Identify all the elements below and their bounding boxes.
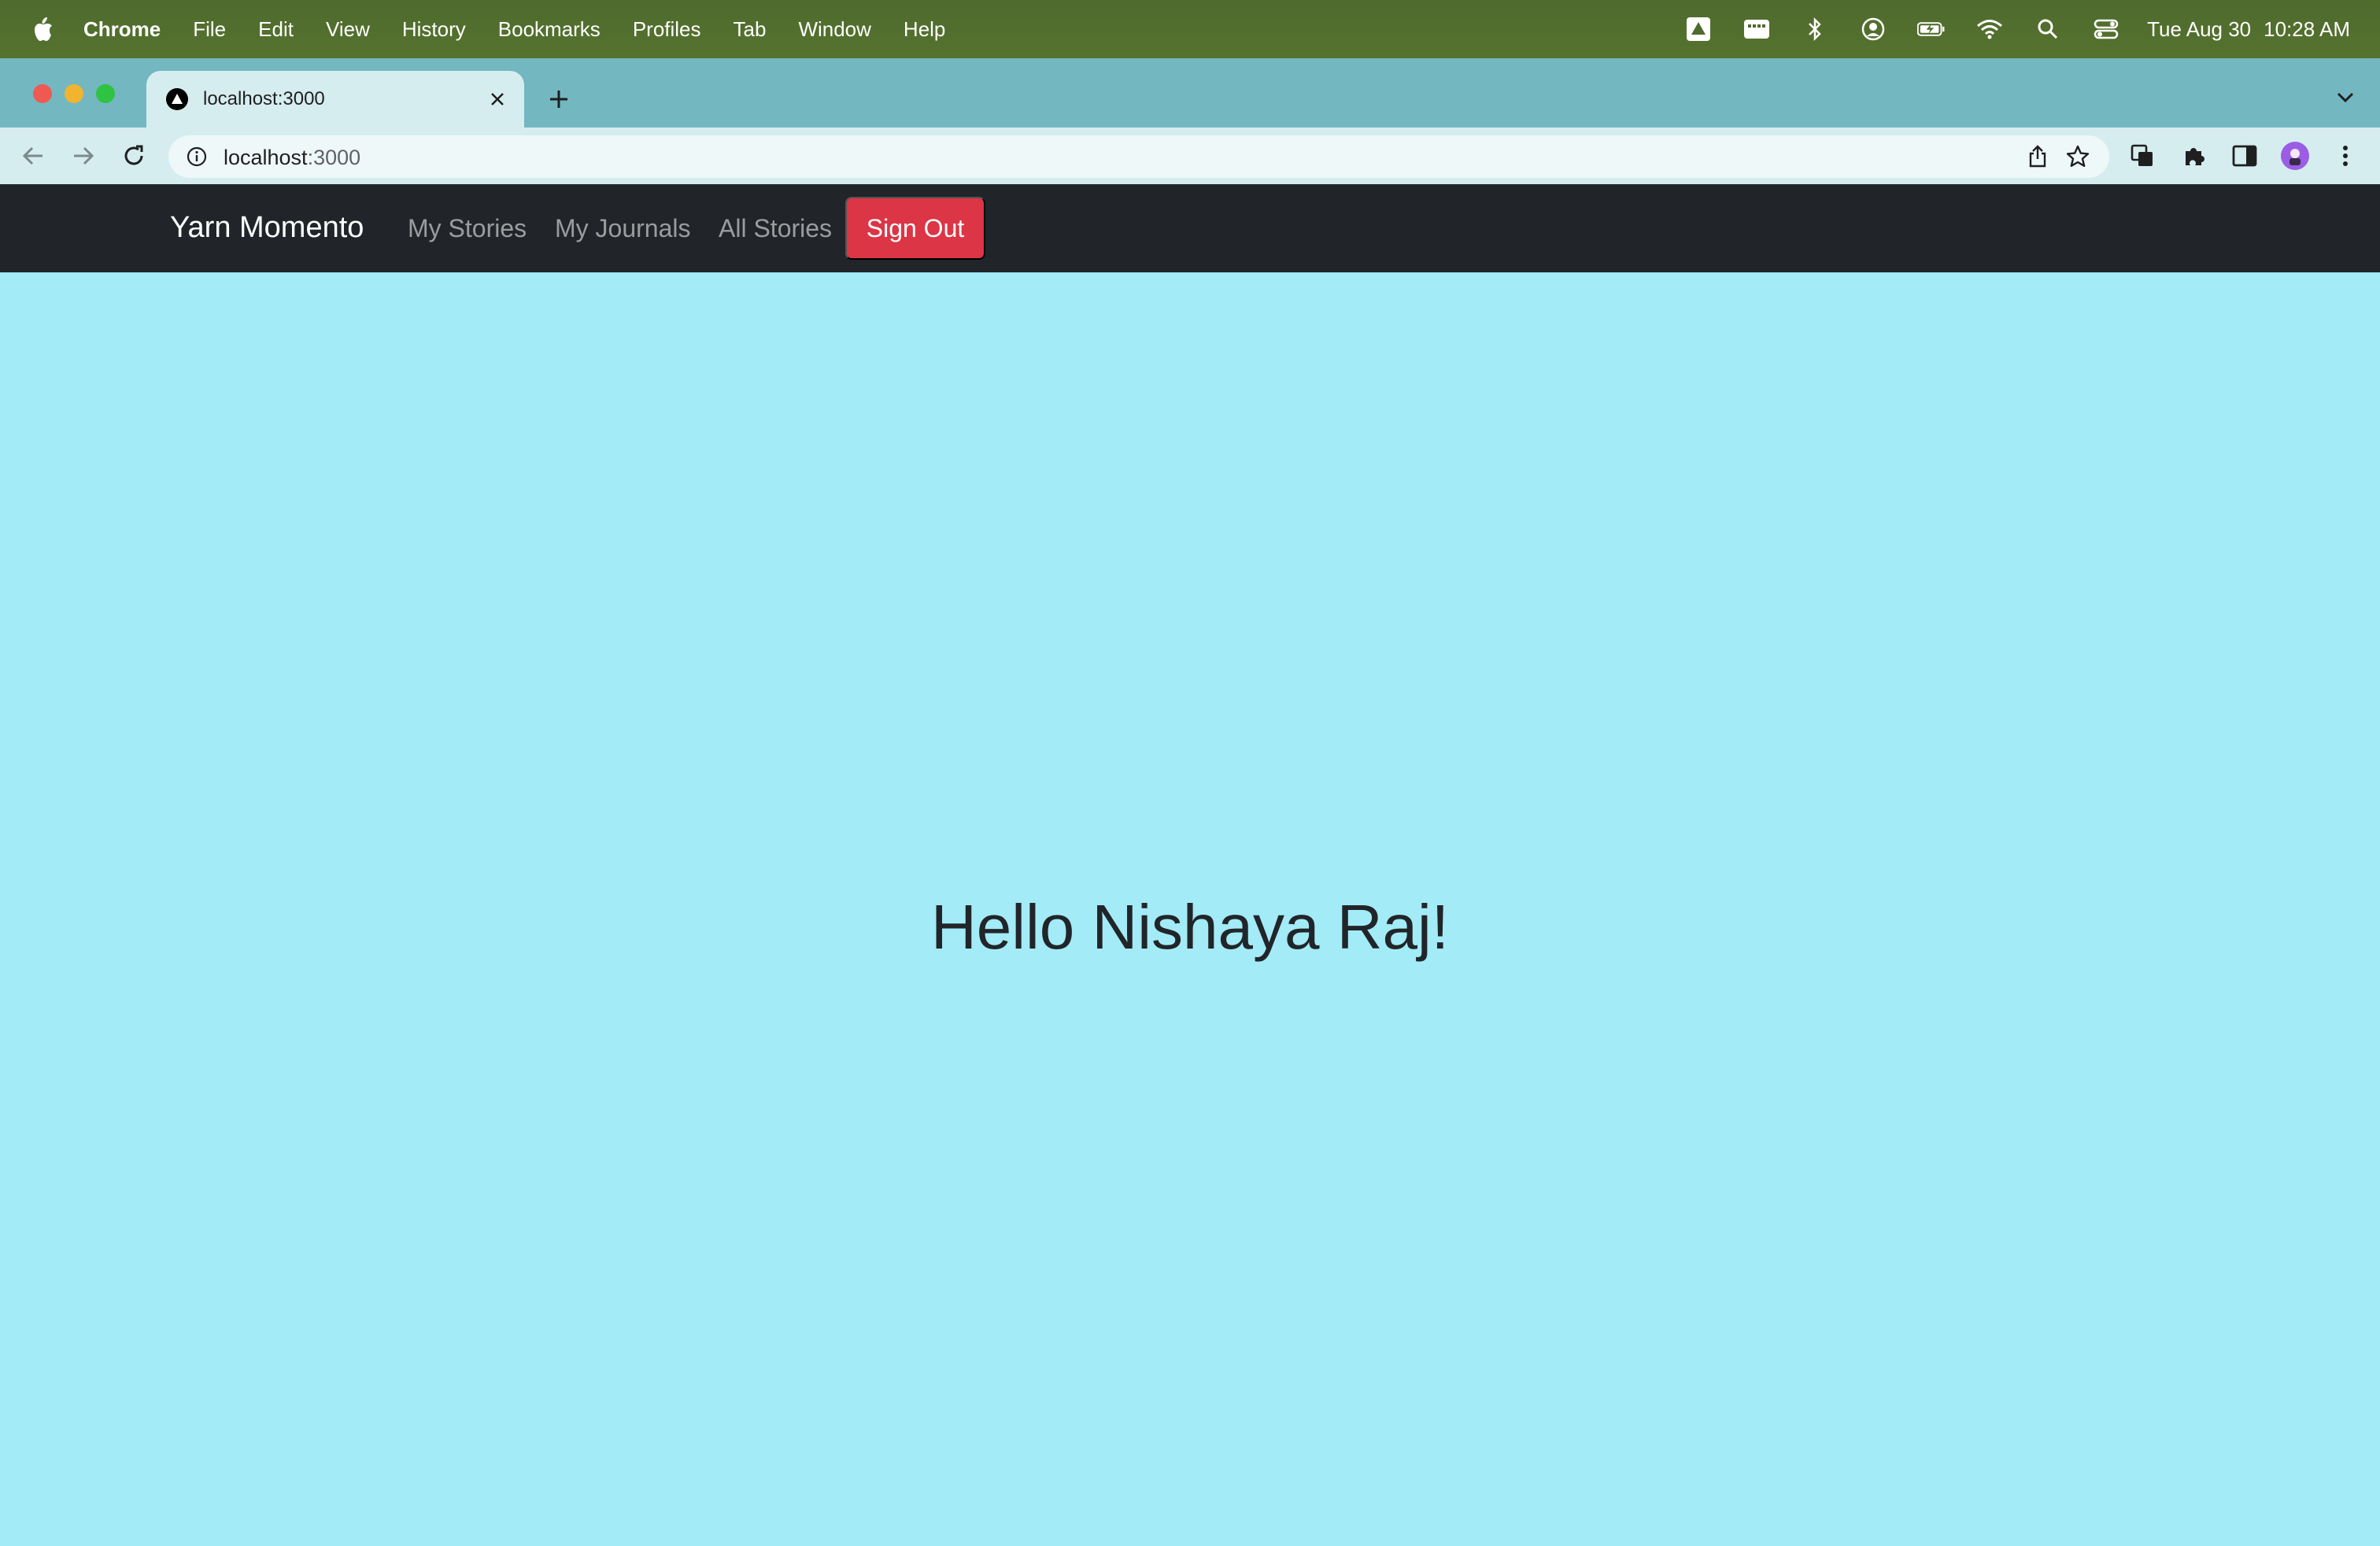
- menu-help[interactable]: Help: [904, 17, 945, 42]
- url-text[interactable]: localhost:3000: [224, 146, 360, 170]
- bookmark-star-icon[interactable]: [2065, 144, 2090, 169]
- spotlight-search-icon[interactable]: [2034, 15, 2062, 43]
- status-area: Tue Aug 30 10:28 AM: [1654, 0, 2350, 58]
- menu-view[interactable]: View: [326, 17, 370, 42]
- nav-link-my-journals[interactable]: My Journals: [555, 214, 691, 243]
- drive-icon[interactable]: [1684, 15, 1713, 43]
- close-window-button[interactable]: [33, 84, 52, 103]
- web-page: Yarn Momento My Stories My Journals All …: [0, 184, 2380, 1546]
- control-center-icon[interactable]: [2092, 15, 2120, 43]
- greeting-heading: Hello Nishaya Raj!: [930, 892, 1450, 962]
- nav-link-my-stories[interactable]: My Stories: [408, 214, 527, 243]
- back-arrow-icon[interactable]: [19, 142, 47, 170]
- browser-toolbar: localhost:3000: [0, 128, 2380, 184]
- url-host: localhost: [224, 146, 308, 169]
- site-navbar: Yarn Momento My Stories My Journals All …: [0, 184, 2380, 272]
- tab-localhost[interactable]: localhost:3000: [146, 71, 524, 128]
- url-port: :3000: [307, 146, 361, 169]
- extensions-puzzle-icon[interactable]: [2180, 142, 2208, 170]
- menubar-time: 10:28 AM: [2264, 17, 2350, 41]
- close-tab-icon[interactable]: [485, 87, 510, 112]
- chrome-menu-icon[interactable]: [2331, 142, 2360, 170]
- extension-tab-manager-icon[interactable]: [2128, 142, 2156, 170]
- share-icon[interactable]: [2026, 145, 2049, 168]
- menu-chrome[interactable]: Chrome: [83, 17, 161, 42]
- zoom-window-button[interactable]: [96, 84, 115, 103]
- new-tab-icon[interactable]: [545, 85, 573, 113]
- bluetooth-icon[interactable]: [1801, 15, 1829, 43]
- profile-avatar[interactable]: [2281, 142, 2309, 170]
- sign-out-button[interactable]: Sign Out: [845, 197, 985, 260]
- wifi-icon[interactable]: [1975, 15, 2004, 43]
- menu-profiles[interactable]: Profiles: [633, 17, 701, 42]
- forward-arrow-icon[interactable]: [69, 142, 98, 170]
- keyboard-icon[interactable]: [1743, 15, 1771, 43]
- minimize-window-button[interactable]: [65, 84, 83, 103]
- reload-icon[interactable]: [120, 142, 148, 170]
- menu-tab[interactable]: Tab: [734, 17, 767, 42]
- vercel-favicon-icon: [166, 88, 188, 110]
- menu-history[interactable]: History: [402, 17, 466, 42]
- address-bar[interactable]: localhost:3000: [168, 135, 2109, 178]
- tab-title: localhost:3000: [203, 88, 325, 109]
- site-info-icon[interactable]: [186, 146, 208, 168]
- menubar-clock[interactable]: Tue Aug 30 10:28 AM: [2147, 17, 2350, 42]
- battery-icon[interactable]: [1917, 15, 1946, 43]
- side-panel-icon[interactable]: [2230, 142, 2259, 170]
- user-account-icon[interactable]: [1859, 15, 1887, 43]
- nav-link-all-stories[interactable]: All Stories: [719, 214, 832, 243]
- menubar-date: Tue Aug 30: [2147, 17, 2252, 41]
- site-brand[interactable]: Yarn Momento: [170, 211, 364, 245]
- menu-bookmarks[interactable]: Bookmarks: [498, 17, 601, 42]
- chevron-down-icon[interactable]: [2333, 85, 2358, 110]
- menu-file[interactable]: File: [193, 17, 226, 42]
- browser-window: localhost:3000 localhost:3000 Yarn Momen…: [0, 58, 2380, 1546]
- macos-menu-bar: Chrome File Edit View History Bookmarks …: [0, 0, 2380, 58]
- menu-window[interactable]: Window: [798, 17, 870, 42]
- tab-strip: localhost:3000: [0, 58, 2380, 128]
- menu-edit[interactable]: Edit: [258, 17, 294, 42]
- apple-logo-icon[interactable]: [31, 16, 54, 43]
